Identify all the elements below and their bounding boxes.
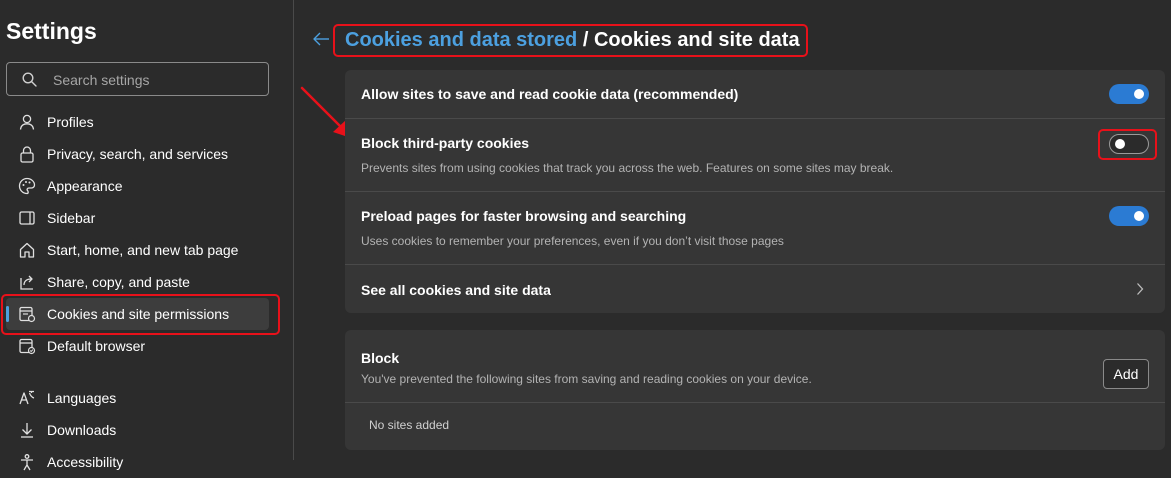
download-icon xyxy=(21,423,33,438)
block-card: Block You've prevented the following sit… xyxy=(345,330,1165,450)
sidebar-item-label: Appearance xyxy=(47,178,123,194)
toggle-knob xyxy=(1134,89,1144,99)
setting-row-preload: Preload pages for faster browsing and se… xyxy=(345,192,1165,264)
share-icon xyxy=(20,275,33,290)
add-blocked-site-button[interactable]: Add xyxy=(1103,359,1149,389)
sidebar-item-privacy[interactable]: Privacy, search, and services xyxy=(6,138,269,170)
profile-icon xyxy=(19,114,35,130)
sidebar-icon xyxy=(19,211,35,225)
allow-cookies-toggle[interactable] xyxy=(1109,84,1149,104)
sidebar-item-label: Sidebar xyxy=(47,210,96,226)
sidebar-item-profiles[interactable]: Profiles xyxy=(6,106,269,138)
setting-description: Prevents sites from using cookies that t… xyxy=(361,161,894,175)
highlight-box-cookies xyxy=(1,294,280,335)
toggle-knob xyxy=(1134,211,1144,221)
appearance-icon xyxy=(18,177,36,195)
block-title: Block xyxy=(361,350,400,366)
settings-sidebar: Settings Profiles Privacy, search, and s… xyxy=(0,0,294,471)
chevron-right-icon xyxy=(1137,283,1144,295)
sidebar-item-label: Share, copy, and paste xyxy=(47,274,190,290)
setting-row-block-third-party: Block third-party cookies Prevents sites… xyxy=(345,119,1165,191)
setting-title: See all cookies and site data xyxy=(361,282,551,298)
sidebar-item-appearance[interactable]: Appearance xyxy=(6,170,269,202)
home-icon xyxy=(19,242,35,258)
sidebar-item-downloads[interactable]: Downloads xyxy=(6,414,269,446)
sidebar-item-label: Default browser xyxy=(47,338,146,354)
block-description: You've prevented the following sites fro… xyxy=(361,372,812,386)
sidebar-item-start-home[interactable]: Start, home, and new tab page xyxy=(6,234,269,266)
empty-list-text: No sites added xyxy=(369,418,450,432)
setting-title: Preload pages for faster browsing and se… xyxy=(361,208,687,224)
sidebar-item-label: Accessibility xyxy=(47,454,124,470)
browser-icon xyxy=(19,338,36,355)
sidebar-item-accessibility[interactable]: Accessibility xyxy=(6,446,269,478)
highlight-box-toggle xyxy=(1098,129,1157,160)
accessibility-icon xyxy=(21,454,33,471)
languages-icon xyxy=(19,390,35,405)
divider xyxy=(345,402,1165,403)
highlight-box-breadcrumb xyxy=(333,24,808,57)
search-box[interactable] xyxy=(6,62,269,96)
sidebar-item-label: Downloads xyxy=(47,422,117,438)
setting-row-allow-cookies: Allow sites to save and read cookie data… xyxy=(345,70,1165,118)
sidebar-item-label: Start, home, and new tab page xyxy=(47,242,239,258)
see-all-cookies-link[interactable]: See all cookies and site data xyxy=(345,265,1165,313)
setting-description: Uses cookies to remember your preference… xyxy=(361,234,784,248)
cookie-settings-card: Allow sites to save and read cookie data… xyxy=(345,70,1165,313)
search-input[interactable] xyxy=(51,69,265,91)
preload-toggle[interactable] xyxy=(1109,206,1149,226)
lock-icon xyxy=(20,146,34,163)
search-icon xyxy=(22,72,37,87)
sidebar-item-label: Privacy, search, and services xyxy=(47,146,229,162)
sidebar-item-languages[interactable]: Languages xyxy=(6,382,269,414)
setting-title: Block third-party cookies xyxy=(361,135,530,151)
back-arrow-icon[interactable] xyxy=(312,31,330,47)
settings-title: Settings xyxy=(6,18,97,44)
sidebar-item-sidebar[interactable]: Sidebar xyxy=(6,202,269,234)
sidebar-item-label: Languages xyxy=(47,390,117,406)
setting-title: Allow sites to save and read cookie data… xyxy=(361,86,739,102)
sidebar-item-label: Profiles xyxy=(47,114,94,130)
